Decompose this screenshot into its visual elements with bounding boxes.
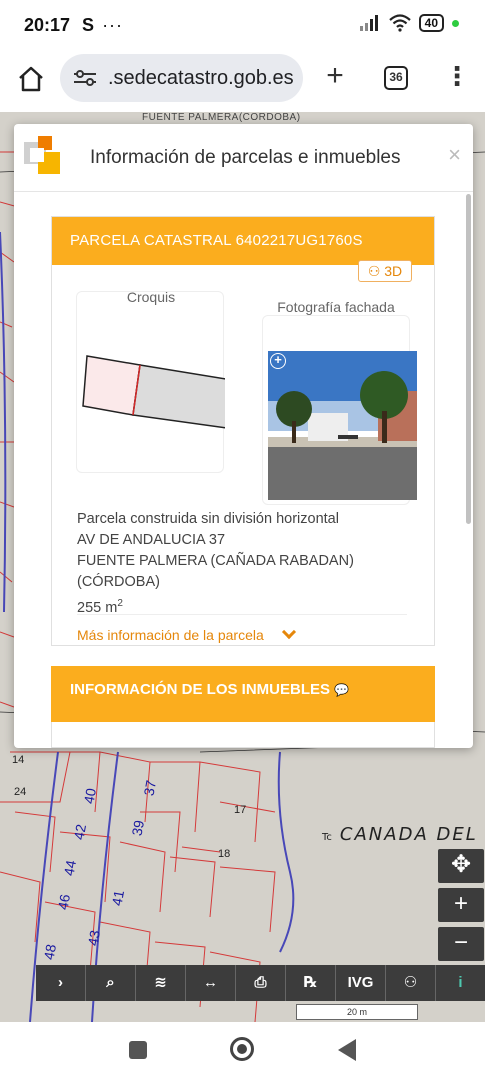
site-settings-icon[interactable]	[72, 68, 98, 88]
parcel-number: 40	[80, 786, 100, 806]
parcel-number: 46	[54, 892, 74, 912]
locate-button[interactable]: ✥	[438, 849, 484, 883]
facade-photo-image	[268, 351, 417, 500]
signal-icon	[359, 15, 378, 31]
browser-menu-icon[interactable]: ⋮	[444, 62, 470, 92]
parcel-address: AV DE ANDALUCIA 37	[77, 532, 226, 548]
back-icon[interactable]	[338, 1039, 356, 1061]
layers-button[interactable]: ≋	[136, 965, 186, 1001]
tab-switcher-button[interactable]: 36	[384, 66, 408, 90]
reference-button[interactable]: ℞	[286, 965, 336, 1001]
parcel-sketch	[82, 355, 225, 429]
home-nav-icon[interactable]	[230, 1037, 254, 1061]
search-button[interactable]: ⌕	[86, 965, 136, 1001]
parcel-number: 44	[60, 858, 80, 878]
home-icon[interactable]	[16, 64, 46, 94]
url-text[interactable]: .sedecatastro.gob.es	[108, 67, 294, 90]
parcel-number: 39	[128, 818, 148, 838]
parcel-details: Parcela construida sin división horizont…	[77, 509, 354, 619]
wifi-icon	[388, 14, 411, 32]
parcel-locality: FUENTE PALMERA (CAÑADA RABADAN)	[77, 553, 354, 569]
modal-scrollbar[interactable]	[466, 194, 471, 524]
measure-button[interactable]: ↔	[186, 965, 236, 1001]
view-3d-button[interactable]: ⚇ 3D	[358, 260, 412, 282]
croquis-panel[interactable]: Croquis	[76, 289, 225, 473]
close-icon[interactable]: ×	[448, 142, 461, 168]
inmuebles-header[interactable]: INFORMACIÓN DE LOS INMUEBLES 💬	[51, 666, 435, 722]
facade-photo[interactable]: +	[268, 351, 417, 500]
recents-icon[interactable]	[129, 1041, 147, 1059]
parcel-type: Parcela construida sin división horizont…	[77, 511, 339, 527]
catastro-logo	[24, 135, 68, 180]
parcel-number: 42	[70, 822, 90, 842]
ivg-button[interactable]: IVG	[336, 965, 386, 1001]
parcel-number: 18	[218, 848, 231, 860]
parcel-number: 41	[108, 888, 128, 908]
android-nav-bar	[0, 1022, 485, 1080]
parcel-number: 48	[40, 942, 60, 962]
modal-title: Información de parcelas e inmuebles	[90, 146, 401, 168]
chat-icon: 💬	[334, 683, 350, 697]
app-indicator-icon: S	[82, 14, 95, 35]
more-notifications-icon: ···	[102, 14, 124, 35]
status-bar: 20:17 S ··· 40	[0, 0, 485, 50]
map-street-label: Tc CANADA DEL	[322, 824, 478, 845]
parcel-number: 24	[14, 786, 27, 798]
browser-toolbar: .sedecatastro.gob.es + 36 ⋮	[0, 50, 485, 112]
zoom-photo-icon[interactable]: +	[270, 353, 286, 369]
parcel-header: PARCELA CATASTRAL 6402217UG1760S	[52, 217, 434, 265]
more-info-link[interactable]: Más información de la parcela	[77, 624, 296, 643]
new-tab-button[interactable]: +	[320, 60, 350, 94]
modal-header: Información de parcelas e inmuebles ×	[14, 124, 473, 192]
parcel-info-modal: Información de parcelas e inmuebles × PA…	[14, 124, 473, 748]
expand-toolbar-button[interactable]: ›	[36, 965, 86, 1001]
parcel-card: PARCELA CATASTRAL 6402217UG1760S ⚇ 3D Cr…	[51, 216, 435, 646]
3d-icon: ⚇	[367, 263, 381, 279]
inmuebles-list	[51, 722, 435, 748]
map-toolbar: › ⌕ ≋ ↔ ⎙ ℞ IVG ⚇ i	[36, 965, 485, 1001]
divider	[77, 614, 407, 615]
status-time: 20:17	[24, 14, 71, 35]
chevron-down-icon	[281, 624, 296, 640]
battery-icon: 40	[418, 14, 444, 32]
print-button[interactable]: ⎙	[236, 965, 286, 1001]
parcel-number: 14	[12, 754, 25, 766]
scale-bar: 20 m	[296, 1004, 418, 1020]
3d-button[interactable]: ⚇	[386, 965, 436, 1001]
parcel-number: 17	[234, 804, 247, 816]
address-bar[interactable]: .sedecatastro.gob.es	[60, 54, 303, 102]
parcel-number: 43	[84, 928, 104, 948]
parcel-number: 37	[140, 778, 160, 798]
zoom-in-button[interactable]: +	[438, 888, 484, 922]
privacy-dot-icon	[452, 19, 459, 27]
map-label-municipality: FUENTE PALMERA(CORDOBA)	[142, 112, 301, 123]
parcel-province: (CÓRDOBA)	[77, 574, 160, 590]
zoom-out-button[interactable]: −	[438, 927, 484, 961]
info-button[interactable]: i	[436, 965, 485, 1001]
status-right: 40	[359, 14, 459, 32]
